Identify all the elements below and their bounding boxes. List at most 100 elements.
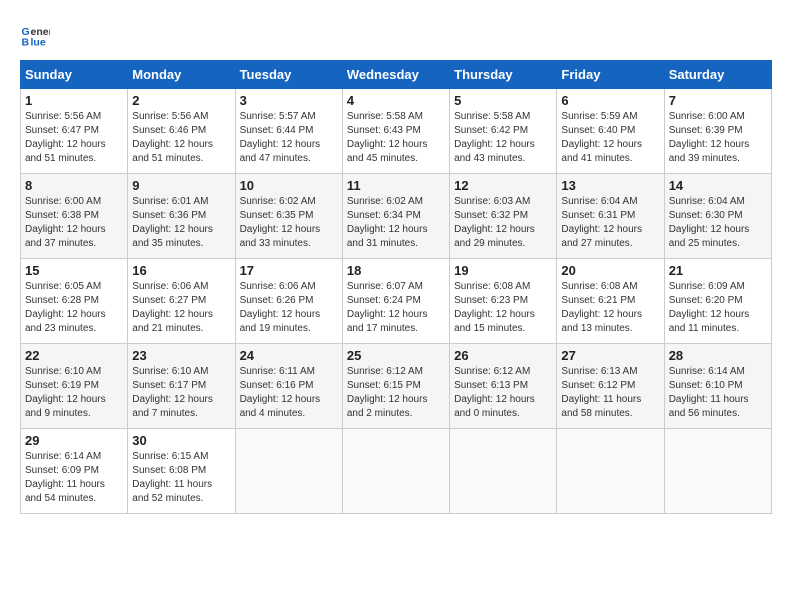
day-info: Sunrise: 6:11 AM Sunset: 6:16 PM Dayligh… bbox=[240, 365, 338, 421]
day-number: 24 bbox=[240, 348, 338, 363]
calendar-cell: 2Sunrise: 5:56 AM Sunset: 6:46 PM Daylig… bbox=[128, 89, 235, 174]
day-number: 19 bbox=[454, 263, 552, 278]
day-number: 25 bbox=[347, 348, 445, 363]
day-number: 8 bbox=[25, 178, 123, 193]
day-info: Sunrise: 6:12 AM Sunset: 6:13 PM Dayligh… bbox=[454, 365, 552, 421]
calendar-cell: 30 Sunrise: 6:15 AM Sunset: 6:08 PM Dayli… bbox=[128, 429, 235, 514]
calendar-week-row: 29 Sunrise: 6:14 AM Sunset: 6:09 PM Dayli… bbox=[21, 429, 772, 514]
day-number: 10 bbox=[240, 178, 338, 193]
day-info: Sunrise: 6:06 AM Sunset: 6:27 PM Dayligh… bbox=[132, 280, 230, 336]
calendar-header-row: SundayMondayTuesdayWednesdayThursdayFrid… bbox=[21, 61, 772, 89]
day-number: 15 bbox=[25, 263, 123, 278]
calendar-table: SundayMondayTuesdayWednesdayThursdayFrid… bbox=[20, 60, 772, 514]
calendar-cell: 28 Sunrise: 6:14 AM Sunset: 6:10 PM Dayli… bbox=[664, 344, 771, 429]
day-info: Sunrise: 6:14 AM Sunset: 6:10 PM Dayligh… bbox=[669, 365, 767, 421]
calendar-cell bbox=[664, 429, 771, 514]
day-number: 4 bbox=[347, 93, 445, 108]
col-header-thursday: Thursday bbox=[450, 61, 557, 89]
day-number: 20 bbox=[561, 263, 659, 278]
calendar-cell: 8 Sunrise: 6:00 AM Sunset: 6:38 PM Daylig… bbox=[21, 174, 128, 259]
day-info: Sunrise: 6:08 AM Sunset: 6:21 PM Dayligh… bbox=[561, 280, 659, 336]
day-info: Sunrise: 6:08 AM Sunset: 6:23 PM Dayligh… bbox=[454, 280, 552, 336]
col-header-friday: Friday bbox=[557, 61, 664, 89]
calendar-cell: 14 Sunrise: 6:04 AM Sunset: 6:30 PM Dayli… bbox=[664, 174, 771, 259]
day-info: Sunrise: 6:10 AM Sunset: 6:17 PM Dayligh… bbox=[132, 365, 230, 421]
day-info: Sunrise: 6:03 AM Sunset: 6:32 PM Dayligh… bbox=[454, 195, 552, 251]
day-info: Sunrise: 6:04 AM Sunset: 6:30 PM Dayligh… bbox=[669, 195, 767, 251]
day-info: Sunrise: 5:57 AM Sunset: 6:44 PM Dayligh… bbox=[240, 110, 338, 166]
calendar-cell: 11Sunrise: 6:02 AM Sunset: 6:34 PM Dayli… bbox=[342, 174, 449, 259]
day-number: 14 bbox=[669, 178, 767, 193]
day-info: Sunrise: 6:00 AM Sunset: 6:38 PM Dayligh… bbox=[25, 195, 123, 251]
calendar-cell: 21 Sunrise: 6:09 AM Sunset: 6:20 PM Dayli… bbox=[664, 259, 771, 344]
day-number: 9 bbox=[132, 178, 230, 193]
calendar-cell: 15 Sunrise: 6:05 AM Sunset: 6:28 PM Dayli… bbox=[21, 259, 128, 344]
calendar-week-row: 1Sunrise: 5:56 AM Sunset: 6:47 PM Daylig… bbox=[21, 89, 772, 174]
calendar-cell: 17Sunrise: 6:06 AM Sunset: 6:26 PM Dayli… bbox=[235, 259, 342, 344]
logo-icon: G eneral B lue bbox=[20, 20, 50, 50]
calendar-cell: 26 Sunrise: 6:12 AM Sunset: 6:13 PM Dayli… bbox=[450, 344, 557, 429]
day-info: Sunrise: 6:07 AM Sunset: 6:24 PM Dayligh… bbox=[347, 280, 445, 336]
col-header-sunday: Sunday bbox=[21, 61, 128, 89]
calendar-cell: 19 Sunrise: 6:08 AM Sunset: 6:23 PM Dayli… bbox=[450, 259, 557, 344]
day-info: Sunrise: 6:04 AM Sunset: 6:31 PM Dayligh… bbox=[561, 195, 659, 251]
day-info: Sunrise: 6:05 AM Sunset: 6:28 PM Dayligh… bbox=[25, 280, 123, 336]
day-info: Sunrise: 6:01 AM Sunset: 6:36 PM Dayligh… bbox=[132, 195, 230, 251]
day-info: Sunrise: 5:56 AM Sunset: 6:47 PM Dayligh… bbox=[25, 110, 123, 166]
svg-text:B: B bbox=[22, 37, 30, 49]
day-info: Sunrise: 6:14 AM Sunset: 6:09 PM Dayligh… bbox=[25, 450, 123, 506]
calendar-cell: 16 Sunrise: 6:06 AM Sunset: 6:27 PM Dayli… bbox=[128, 259, 235, 344]
calendar-cell bbox=[342, 429, 449, 514]
calendar-week-row: 15 Sunrise: 6:05 AM Sunset: 6:28 PM Dayli… bbox=[21, 259, 772, 344]
day-number: 29 bbox=[25, 433, 123, 448]
logo: G eneral B lue bbox=[20, 20, 54, 50]
calendar-cell: 10 Sunrise: 6:02 AM Sunset: 6:35 PM Dayli… bbox=[235, 174, 342, 259]
calendar-cell: 9 Sunrise: 6:01 AM Sunset: 6:36 PM Daylig… bbox=[128, 174, 235, 259]
day-info: Sunrise: 6:00 AM Sunset: 6:39 PM Dayligh… bbox=[669, 110, 767, 166]
calendar-cell bbox=[450, 429, 557, 514]
page-header: G eneral B lue bbox=[20, 20, 772, 50]
day-number: 3 bbox=[240, 93, 338, 108]
calendar-week-row: 22Sunrise: 6:10 AM Sunset: 6:19 PM Dayli… bbox=[21, 344, 772, 429]
day-info: Sunrise: 5:58 AM Sunset: 6:43 PM Dayligh… bbox=[347, 110, 445, 166]
day-info: Sunrise: 6:12 AM Sunset: 6:15 PM Dayligh… bbox=[347, 365, 445, 421]
day-number: 28 bbox=[669, 348, 767, 363]
calendar-cell: 6 Sunrise: 5:59 AM Sunset: 6:40 PM Daylig… bbox=[557, 89, 664, 174]
day-info: Sunrise: 6:09 AM Sunset: 6:20 PM Dayligh… bbox=[669, 280, 767, 336]
svg-text:lue: lue bbox=[31, 37, 46, 49]
day-number: 22 bbox=[25, 348, 123, 363]
day-number: 26 bbox=[454, 348, 552, 363]
calendar-cell: 25 Sunrise: 6:12 AM Sunset: 6:15 PM Dayli… bbox=[342, 344, 449, 429]
day-info: Sunrise: 6:15 AM Sunset: 6:08 PM Dayligh… bbox=[132, 450, 230, 506]
calendar-cell: 24 Sunrise: 6:11 AM Sunset: 6:16 PM Dayli… bbox=[235, 344, 342, 429]
day-info: Sunrise: 6:02 AM Sunset: 6:35 PM Dayligh… bbox=[240, 195, 338, 251]
day-number: 16 bbox=[132, 263, 230, 278]
calendar-cell: 4 Sunrise: 5:58 AM Sunset: 6:43 PM Daylig… bbox=[342, 89, 449, 174]
calendar-cell: 3 Sunrise: 5:57 AM Sunset: 6:44 PM Daylig… bbox=[235, 89, 342, 174]
day-number: 6 bbox=[561, 93, 659, 108]
day-number: 13 bbox=[561, 178, 659, 193]
col-header-saturday: Saturday bbox=[664, 61, 771, 89]
day-number: 2 bbox=[132, 93, 230, 108]
day-info: Sunrise: 6:02 AM Sunset: 6:34 PM Dayligh… bbox=[347, 195, 445, 251]
calendar-cell: 5Sunrise: 5:58 AM Sunset: 6:42 PM Daylig… bbox=[450, 89, 557, 174]
calendar-cell bbox=[235, 429, 342, 514]
day-number: 30 bbox=[132, 433, 230, 448]
calendar-cell: 20 Sunrise: 6:08 AM Sunset: 6:21 PM Dayli… bbox=[557, 259, 664, 344]
calendar-cell: 23 Sunrise: 6:10 AM Sunset: 6:17 PM Dayli… bbox=[128, 344, 235, 429]
day-number: 23 bbox=[132, 348, 230, 363]
calendar-cell: 1Sunrise: 5:56 AM Sunset: 6:47 PM Daylig… bbox=[21, 89, 128, 174]
col-header-monday: Monday bbox=[128, 61, 235, 89]
day-number: 17 bbox=[240, 263, 338, 278]
calendar-cell: 27Sunrise: 6:13 AM Sunset: 6:12 PM Dayli… bbox=[557, 344, 664, 429]
day-info: Sunrise: 6:13 AM Sunset: 6:12 PM Dayligh… bbox=[561, 365, 659, 421]
col-header-wednesday: Wednesday bbox=[342, 61, 449, 89]
calendar-week-row: 8 Sunrise: 6:00 AM Sunset: 6:38 PM Daylig… bbox=[21, 174, 772, 259]
day-number: 21 bbox=[669, 263, 767, 278]
calendar-cell bbox=[557, 429, 664, 514]
day-number: 12 bbox=[454, 178, 552, 193]
day-info: Sunrise: 5:59 AM Sunset: 6:40 PM Dayligh… bbox=[561, 110, 659, 166]
calendar-cell: 22Sunrise: 6:10 AM Sunset: 6:19 PM Dayli… bbox=[21, 344, 128, 429]
day-number: 5 bbox=[454, 93, 552, 108]
calendar-cell: 12 Sunrise: 6:03 AM Sunset: 6:32 PM Dayli… bbox=[450, 174, 557, 259]
